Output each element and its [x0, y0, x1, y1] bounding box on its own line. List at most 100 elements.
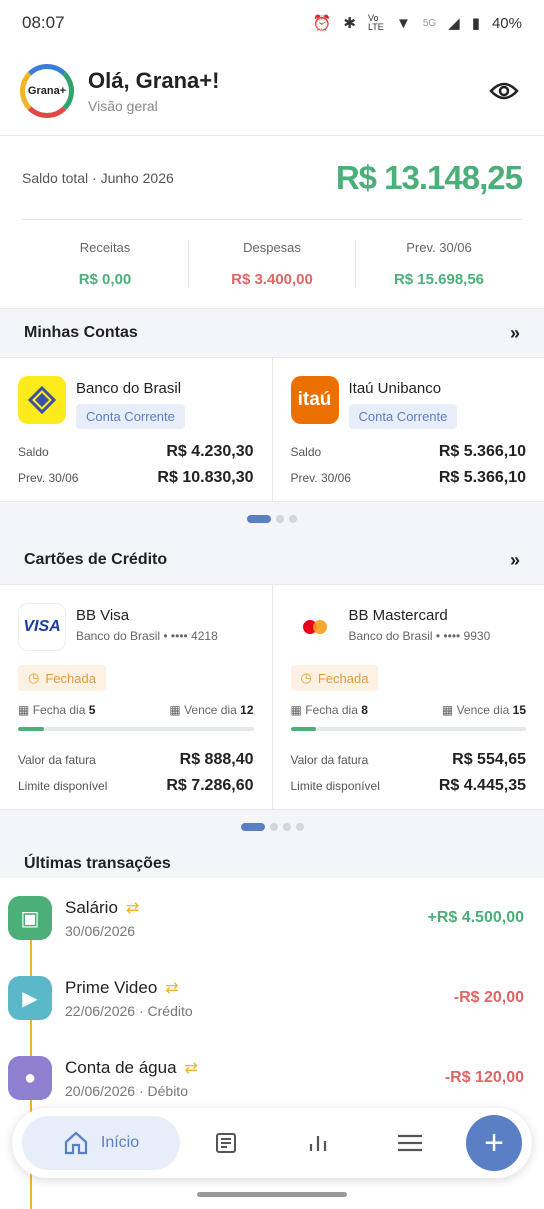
visa-logo-icon: VISA [18, 603, 66, 651]
list-item[interactable]: ● Conta de água ⇄ 20/06/2026 · Débito -R$… [0, 1038, 544, 1118]
status-badge: ◷ Fechada [18, 665, 106, 691]
calendar-icon: ▦ [18, 703, 30, 717]
volte-icon: Vo LTE [367, 13, 384, 32]
transaction-amount: -R$ 120,00 [444, 1069, 524, 1086]
clock-icon: ◷ [300, 670, 312, 685]
income-cell: Receitas R$ 0,00 [22, 240, 189, 288]
app-logo: Grana+ [20, 63, 74, 118]
chevron-double-right-icon[interactable]: » [510, 550, 520, 571]
account-card[interactable]: itaú Itaú Unibanco Conta Corrente Saldo R… [273, 358, 544, 501]
status-time: 08:07 [22, 13, 65, 32]
calendar-icon: ▦ [169, 703, 181, 717]
eye-icon[interactable] [484, 71, 524, 111]
status-bar: 08:07 ⏰ ✱ Vo LTE ▼ 5G ◢ ▮ 40% [0, 0, 544, 46]
calendar-icon: ▦ [290, 703, 302, 717]
add-button[interactable]: + [466, 1115, 522, 1171]
status-icons: ⏰ ✱ Vo LTE ▼ 5G ◢ ▮ 40% [312, 13, 522, 33]
page-title: Olá, Grana+! [88, 67, 220, 93]
home-indicator [197, 1192, 347, 1197]
alarm-icon: ⏰ [312, 15, 332, 32]
nav-home-button[interactable]: Início [22, 1116, 180, 1170]
account-balance: R$ 5.366,10 [438, 443, 526, 460]
bar-chart-icon [309, 1136, 327, 1151]
nav-reports-button[interactable] [272, 1116, 364, 1170]
credit-card[interactable]: BB Mastercard Banco do Brasil • •••• 993… [273, 585, 544, 809]
itau-logo-icon: itaú [290, 376, 339, 424]
account-forecast: R$ 10.830,30 [157, 469, 254, 486]
pager-dot[interactable] [240, 823, 265, 831]
account-type-chip: Conta Corrente [76, 404, 185, 429]
transaction-amount: -R$ 20,00 [453, 989, 524, 1006]
nav-menu-button[interactable] [364, 1116, 456, 1170]
account-name: Itaú Unibanco [348, 380, 442, 397]
list-item[interactable]: ▶ Prime Video ⇄ 22/06/2026 · Crédito -R$ … [0, 958, 544, 1038]
pager-dot[interactable] [276, 515, 284, 523]
repeat-icon: ⇄ [125, 899, 140, 917]
cash-icon: ▣ [8, 896, 52, 940]
battery-icon: ▮ [471, 15, 480, 32]
expense-cell: Despesas R$ 3.400,00 [189, 240, 356, 288]
forecast-cell: Prev. 30/06 R$ 15.698,56 [356, 240, 522, 288]
invoice-progress [18, 727, 254, 731]
limit-value: R$ 4.445,35 [438, 777, 526, 794]
account-balance: R$ 4.230,30 [166, 443, 254, 460]
section-title: Minhas Contas [24, 324, 138, 341]
clock-icon: ◷ [28, 670, 40, 685]
total-balance-label: Saldo total · Junho 2026 [22, 169, 174, 186]
income-value: R$ 0,00 [78, 271, 132, 288]
accounts-pager [0, 502, 544, 536]
document-icon [216, 1133, 236, 1153]
cards-header: Cartões de Crédito » [0, 536, 544, 584]
invoice-value: R$ 888,40 [179, 751, 254, 768]
app-header: Grana+ Olá, Grana+! Visão geral [0, 46, 544, 136]
list-item[interactable]: ▣ Salário ⇄ 30/06/2026 +R$ 4.500,00 [0, 878, 544, 958]
tv-icon: ▶ [8, 976, 52, 1020]
card-bank: Banco do Brasil • •••• 4218 [76, 629, 218, 643]
wifi-icon: ▼ [395, 14, 411, 32]
accounts-header: Minhas Contas » [0, 309, 544, 357]
pager-dot[interactable] [289, 515, 297, 523]
limit-value: R$ 7.286,60 [166, 777, 254, 794]
account-name: Banco do Brasil [76, 380, 182, 397]
bluetooth-icon: ✱ [343, 15, 356, 32]
menu-icon [398, 1134, 422, 1152]
account-forecast: R$ 5.366,10 [438, 469, 526, 486]
balance-card: Saldo total · Junho 2026 R$ 13.148,25 Re… [0, 136, 544, 309]
total-balance-row: Saldo total · Junho 2026 R$ 13.148,25 [22, 136, 523, 220]
accounts-carousel[interactable]: Banco do Brasil Conta Corrente Saldo R$ 4… [0, 357, 544, 502]
mastercard-logo-icon [290, 603, 339, 651]
status-badge: ◷ Fechada [290, 665, 379, 691]
bottom-nav: Início + [12, 1108, 532, 1178]
pager-dot[interactable] [282, 823, 291, 831]
card-name: BB Mastercard [348, 607, 448, 624]
repeat-icon: ⇄ [184, 1059, 198, 1077]
summary-row: Receitas R$ 0,00 Despesas R$ 3.400,00 Pr… [22, 220, 522, 308]
drop-icon: ● [8, 1056, 52, 1100]
invoice-value: R$ 554,65 [452, 751, 526, 768]
chevron-double-right-icon[interactable]: » [510, 323, 520, 344]
invoice-progress [290, 727, 526, 731]
signal-icon: ◢ [448, 15, 460, 32]
network-label: 5G [422, 17, 437, 29]
plus-icon: + [484, 1123, 504, 1162]
pager-dot[interactable] [295, 823, 304, 831]
page-subtitle: Visão geral [88, 97, 158, 114]
expense-value: R$ 3.400,00 [231, 271, 313, 288]
pager-dot[interactable] [247, 515, 271, 523]
credit-card[interactable]: VISA BB Visa Banco do Brasil • •••• 4218… [0, 585, 273, 809]
nav-transactions-button[interactable] [180, 1116, 272, 1170]
cards-carousel[interactable]: VISA BB Visa Banco do Brasil • •••• 4218… [0, 584, 544, 810]
section-title: Cartões de Crédito [24, 551, 168, 568]
home-icon [64, 1131, 87, 1155]
transaction-amount: +R$ 4.500,00 [427, 909, 524, 926]
section-title: Últimas transações [24, 855, 171, 872]
bb-logo-icon [18, 376, 66, 424]
cards-pager [0, 810, 544, 844]
account-type-chip: Conta Corrente [348, 404, 458, 429]
pager-dot[interactable] [269, 823, 278, 831]
forecast-value: R$ 15.698,56 [393, 271, 485, 288]
account-card[interactable]: Banco do Brasil Conta Corrente Saldo R$ 4… [0, 358, 273, 501]
greeting: Olá, Grana+! Visão geral [88, 68, 484, 114]
repeat-icon: ⇄ [165, 979, 179, 997]
card-bank: Banco do Brasil • •••• 9930 [348, 629, 491, 643]
